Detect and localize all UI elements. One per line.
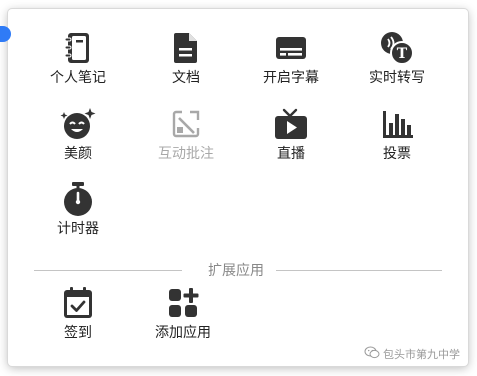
window-edge-indicator — [0, 26, 11, 42]
divider-line-left — [34, 270, 182, 271]
annotate-icon — [138, 105, 234, 143]
extension-check-in[interactable]: 签到 — [30, 284, 126, 342]
extensions-section-title: 扩展应用 — [208, 263, 264, 279]
tool-label: 实时转写 — [369, 70, 425, 86]
tool-label: 互动批注 — [158, 146, 214, 162]
tool-beauty[interactable]: 美颜 — [30, 105, 126, 163]
tool-label: 文档 — [172, 70, 200, 86]
tool-vote[interactable]: 投票 — [349, 105, 445, 163]
tool-timer[interactable]: 计时器 — [30, 180, 126, 238]
svg-text:T: T — [397, 46, 408, 62]
tool-annotate[interactable]: 互动批注 — [138, 105, 234, 163]
live-tv-icon — [243, 105, 339, 143]
tool-label: 个人笔记 — [50, 70, 106, 86]
vote-chart-icon — [349, 105, 445, 143]
extensions-divider: 扩展应用 — [34, 262, 442, 280]
wechat-icon — [364, 346, 380, 362]
tool-label: 直播 — [277, 146, 305, 162]
document-icon — [138, 29, 234, 67]
tools-panel: 个人笔记 文档 开启字幕 T 实时转写 美颜 互动批注 直播 投票 计时器 扩展… — [0, 9, 468, 366]
tool-label: 美颜 — [64, 146, 92, 162]
divider-line-right — [276, 270, 442, 271]
extension-add-app[interactable]: 添加应用 — [135, 284, 231, 342]
subtitles-icon — [243, 29, 339, 67]
extension-label: 签到 — [64, 325, 92, 341]
tool-transcribe[interactable]: T 实时转写 — [349, 29, 445, 87]
tool-subtitles[interactable]: 开启字幕 — [243, 29, 339, 87]
tool-label: 开启字幕 — [263, 70, 319, 86]
watermark: 包头市第九中学 — [364, 345, 460, 363]
tool-label: 投票 — [383, 146, 411, 162]
add-app-icon — [135, 284, 231, 322]
tool-personal-notes[interactable]: 个人笔记 — [30, 29, 126, 87]
tool-live[interactable]: 直播 — [243, 105, 339, 163]
extension-label: 添加应用 — [155, 325, 211, 341]
tool-label: 计时器 — [57, 221, 99, 237]
beauty-face-icon — [30, 105, 126, 143]
watermark-text: 包头市第九中学 — [383, 348, 460, 361]
timer-icon — [30, 180, 126, 218]
notebook-icon — [30, 29, 126, 67]
transcribe-icon: T — [349, 29, 445, 67]
check-in-calendar-icon — [30, 284, 126, 322]
tool-document[interactable]: 文档 — [138, 29, 234, 87]
